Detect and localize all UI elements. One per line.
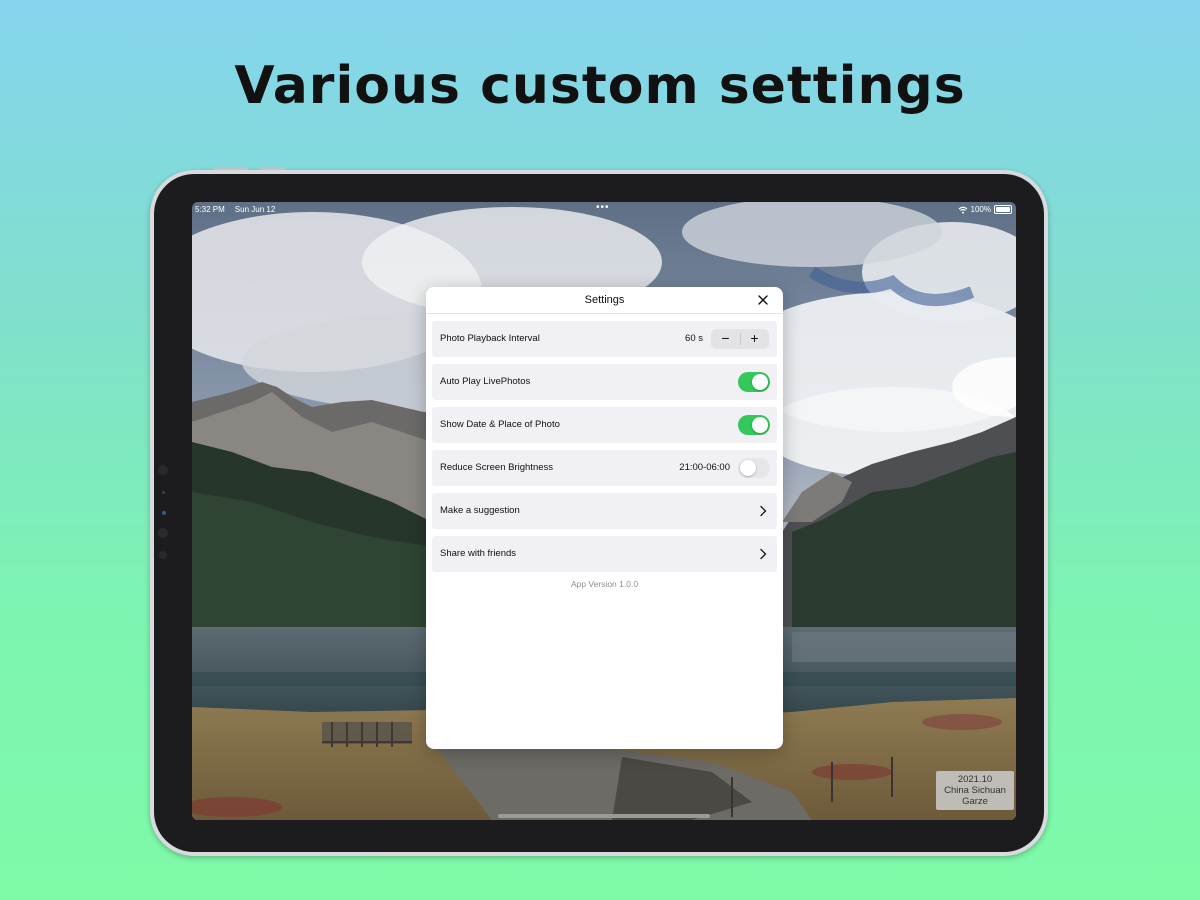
row-make-suggestion[interactable]: Make a suggestion (432, 493, 777, 529)
toggle-knob (752, 374, 768, 390)
interval-value: 60 s (685, 333, 703, 344)
brightness-schedule[interactable]: 21:00-06:00 (679, 462, 730, 473)
photo-place-line1: China Sichuan (944, 785, 1006, 796)
toggle-knob (740, 460, 756, 476)
row-auto-play-livephotos: Auto Play LivePhotos (432, 364, 777, 400)
row-reduce-brightness: Reduce Screen Brightness 21:00-06:00 (432, 450, 777, 486)
photo-place-line2: Garze (962, 796, 988, 807)
screen: 5:32 PM Sun Jun 12 ••• 100% 2021.10 China… (192, 202, 1016, 820)
row-label: Make a suggestion (440, 505, 520, 516)
photo-date: 2021.10 (957, 774, 993, 785)
device-bezel: 5:32 PM Sun Jun 12 ••• 100% 2021.10 China… (154, 174, 1044, 852)
row-label: Photo Playback Interval (440, 333, 540, 344)
show-date-place-toggle[interactable] (738, 415, 770, 435)
settings-title: Settings (584, 294, 625, 306)
row-playback-interval: Photo Playback Interval 60 s − + (432, 321, 777, 357)
chevron-right-icon (760, 548, 767, 560)
lens-icon (159, 551, 167, 559)
row-show-date-place: Show Date & Place of Photo (432, 407, 777, 443)
multitasking-dots-icon[interactable]: ••• (596, 202, 610, 213)
row-label: Auto Play LivePhotos (440, 376, 531, 387)
lens-icon (158, 528, 168, 538)
status-time: 5:32 PM (195, 205, 225, 214)
battery-percent: 100% (970, 205, 991, 214)
status-bar-left: 5:32 PM Sun Jun 12 (195, 205, 285, 214)
minus-icon[interactable]: − (711, 329, 740, 349)
home-indicator[interactable] (498, 814, 710, 818)
photo-caption: 2021.10 China Sichuan Garze (936, 771, 1014, 810)
row-label: Share with friends (440, 548, 517, 559)
row-label: Reduce Screen Brightness (440, 462, 554, 473)
battery-icon (994, 205, 1012, 214)
volume-button (260, 167, 286, 170)
headline: Various custom settings (234, 56, 966, 116)
reduce-brightness-toggle[interactable] (738, 458, 770, 478)
sensor-icon (162, 491, 165, 494)
close-icon[interactable] (756, 293, 770, 307)
ipad-frame: 5:32 PM Sun Jun 12 ••• 100% 2021.10 China… (150, 167, 1048, 856)
settings-sheet: Settings Photo Playback Interval 60 s − … (426, 287, 783, 749)
chevron-right-icon (760, 505, 767, 517)
interval-stepper[interactable]: − + (711, 329, 769, 349)
wifi-icon (958, 206, 967, 214)
auto-play-toggle[interactable] (738, 372, 770, 392)
app-version: App Version 1.0.0 (570, 579, 639, 589)
status-date: Sun Jun 12 (234, 205, 276, 214)
top-button (214, 167, 248, 170)
toggle-knob (752, 417, 768, 433)
sensor-icon (162, 511, 166, 515)
row-share-friends[interactable]: Share with friends (432, 536, 777, 572)
row-label: Show Date & Place of Photo (440, 419, 560, 430)
status-bar-right: 100% (958, 205, 1012, 214)
plus-icon[interactable]: + (740, 329, 769, 349)
camera-icon (158, 465, 168, 475)
settings-header: Settings (426, 287, 783, 314)
